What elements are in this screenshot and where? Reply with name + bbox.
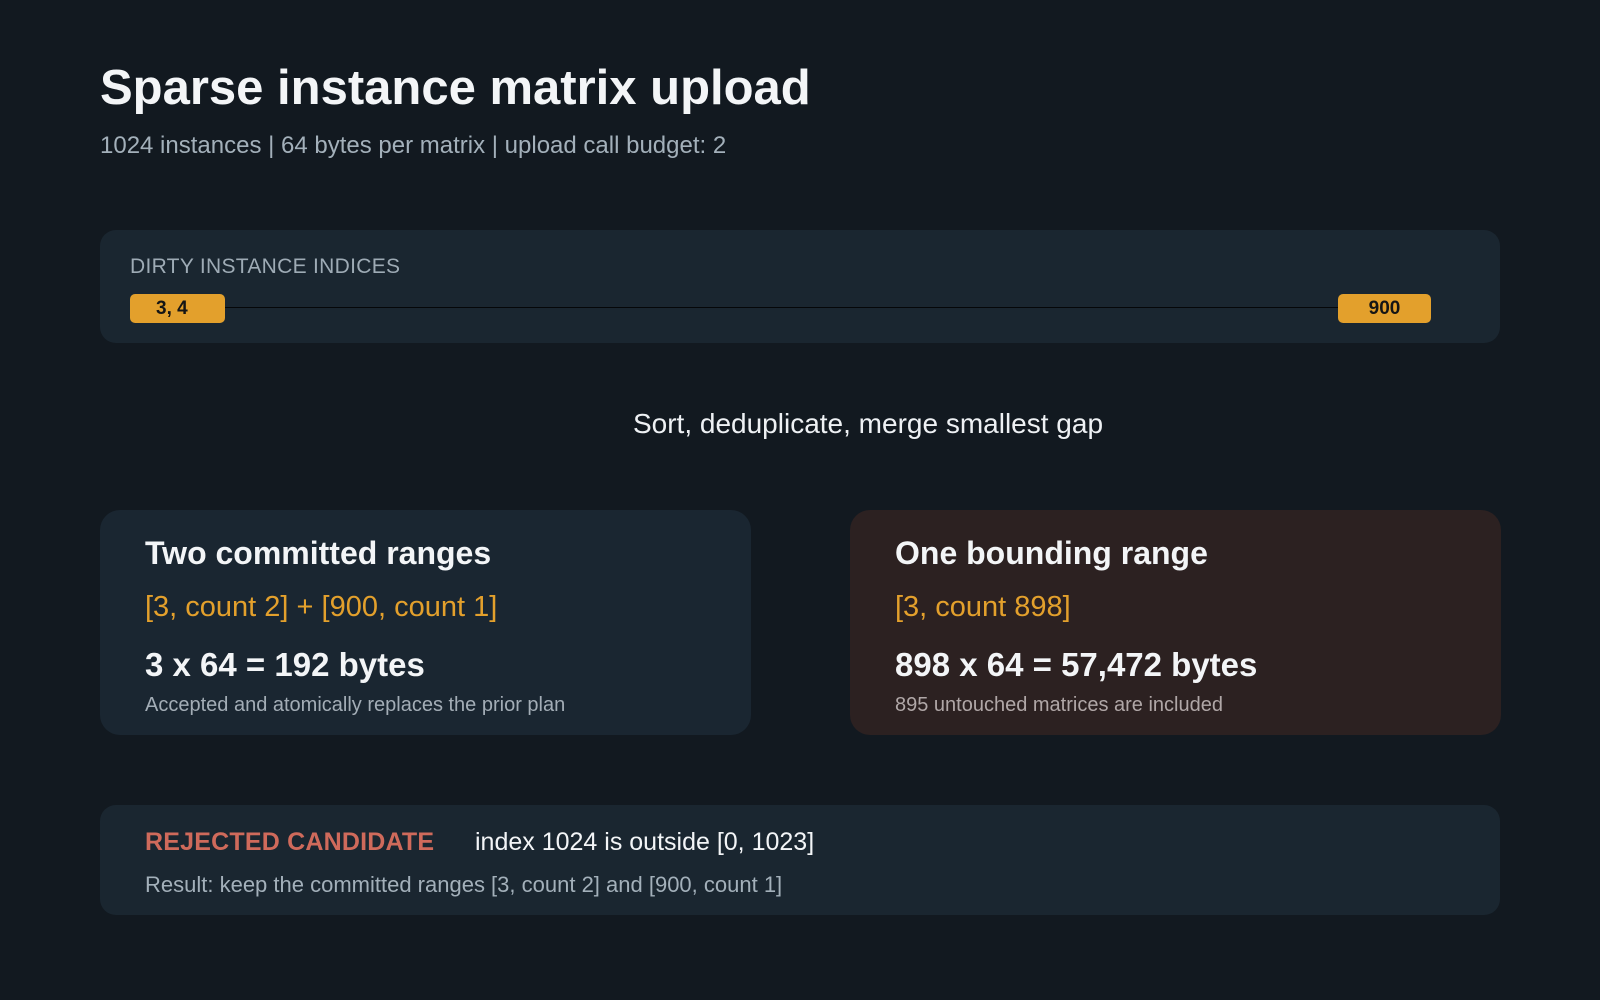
page-title: Sparse instance matrix upload [100, 61, 811, 115]
byte-calculation: 3 x 64 = 192 bytes [145, 646, 425, 683]
page-subtitle: 1024 instances | 64 bytes per matrix | u… [100, 132, 727, 159]
result-text: Result: keep the committed ranges [3, co… [145, 872, 783, 897]
process-step-label: Sort, deduplicate, merge smallest gap [632, 408, 1104, 439]
rejected-message: index 1024 is outside [0, 1023] [475, 828, 815, 856]
index-track [130, 307, 1430, 308]
dirty-index-chip: 900 [1338, 294, 1431, 323]
dirty-indices-panel: DIRTY INSTANCE INDICES 3, 4 900 [100, 230, 1500, 343]
card-note: 895 untouched matrices are included [895, 694, 1223, 716]
dirty-index-chip: 3, 4 [130, 294, 225, 323]
committed-ranges-card: Two committed ranges [3, count 2] + [900… [100, 510, 751, 735]
rejected-candidate-panel: REJECTED CANDIDATE index 1024 is outside… [100, 805, 1500, 915]
byte-calculation: 898 x 64 = 57,472 bytes [895, 646, 1258, 683]
range-list: [3, count 2] + [900, count 1] [145, 591, 498, 623]
range-list: [3, count 898] [895, 591, 1071, 623]
card-title: Two committed ranges [145, 535, 492, 571]
card-title: One bounding range [895, 535, 1208, 571]
bounding-range-card: One bounding range [3, count 898] 898 x … [850, 510, 1501, 735]
rejected-label: REJECTED CANDIDATE [145, 828, 435, 856]
dirty-indices-label: DIRTY INSTANCE INDICES [130, 255, 401, 278]
card-note: Accepted and atomically replaces the pri… [145, 694, 566, 716]
